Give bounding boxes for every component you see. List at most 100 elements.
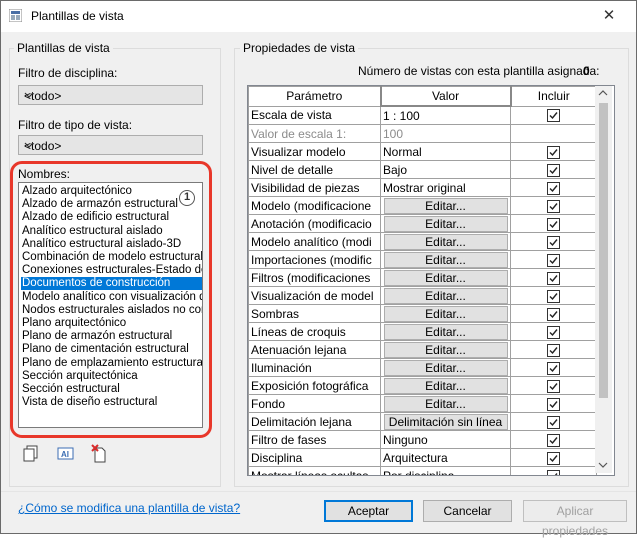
table-row[interactable]: Delimitación lejana Delimitación sin líne… (248, 412, 597, 431)
include-checkbox[interactable] (547, 235, 560, 249)
callout-number-badge: 1 (179, 190, 195, 206)
table-row[interactable]: Sombras Editar... (248, 304, 597, 323)
delete-icon[interactable] (89, 443, 111, 465)
table-row[interactable]: Atenuación lejana Editar... (248, 340, 597, 359)
include-checkbox[interactable] (547, 433, 560, 447)
edit-button[interactable]: Editar... (383, 359, 508, 376)
revit-app-icon (9, 9, 22, 22)
include-checkbox[interactable] (547, 397, 560, 411)
table-row[interactable]: Modelo analítico (modi Editar... (248, 232, 597, 251)
edit-button[interactable]: Editar... (383, 377, 508, 394)
include-checkbox[interactable] (547, 361, 560, 375)
edit-button[interactable]: Delimitación sin línea (383, 413, 508, 430)
help-link[interactable]: ¿Cómo se modifica una plantilla de vista… (18, 501, 240, 515)
edit-button[interactable]: Editar... (383, 395, 508, 412)
include-checkbox[interactable] (547, 469, 560, 475)
parameter-cell: Disciplina (248, 448, 381, 467)
table-row[interactable]: Visualizar modelo Normal (248, 142, 597, 161)
edit-button[interactable]: Editar... (383, 251, 508, 268)
include-checkbox[interactable] (547, 181, 560, 195)
table-row[interactable]: Modelo (modificacione Editar... (248, 196, 597, 215)
include-checkbox[interactable] (547, 325, 560, 339)
include-cell (510, 340, 597, 359)
discipline-filter-select[interactable]: <todo> (18, 85, 203, 105)
table-row[interactable]: Escala de vista 1 : 100 (248, 105, 597, 125)
include-cell (510, 250, 597, 269)
table-row[interactable]: Iluminación Editar... (248, 358, 597, 377)
cancel-button[interactable]: Cancelar (423, 500, 512, 522)
table-row[interactable]: Valor de escala 1: 100 (248, 124, 597, 143)
value-cell: Editar... (380, 394, 511, 413)
include-checkbox[interactable] (547, 163, 560, 177)
table-row[interactable]: Visibilidad de piezas Mostrar original (248, 178, 597, 197)
templates-group-label: Plantillas de vista (14, 41, 113, 55)
table-row[interactable]: Filtro de fases Ninguno (248, 430, 597, 449)
table-row[interactable]: Fondo Editar... (248, 394, 597, 413)
parameter-cell: Valor de escala 1: (248, 124, 381, 143)
table-row[interactable]: Exposición fotográfica Editar... (248, 376, 597, 395)
edit-button[interactable]: Editar... (383, 269, 508, 286)
value-cell: Delimitación sin línea (380, 412, 511, 431)
value-cell: Editar... (380, 358, 511, 377)
value-cell[interactable]: Bajo (380, 160, 511, 179)
value-cell[interactable]: 1 : 100 (380, 105, 511, 125)
accept-button[interactable]: Aceptar (324, 500, 413, 522)
close-icon[interactable]: ✕ (598, 6, 620, 26)
edit-button[interactable]: Editar... (383, 287, 508, 304)
scroll-up-icon[interactable] (598, 88, 608, 100)
edit-button[interactable]: Editar... (383, 305, 508, 322)
include-checkbox[interactable] (547, 451, 560, 465)
table-row[interactable]: Mostrar líneas ocultas Por disciplina (248, 466, 597, 475)
include-checkbox[interactable] (547, 307, 560, 321)
include-checkbox[interactable] (547, 343, 560, 357)
edit-button[interactable]: Editar... (383, 197, 508, 214)
table-row[interactable]: Líneas de croquis Editar... (248, 322, 597, 341)
parameter-cell: Importaciones (modific (248, 250, 381, 269)
include-checkbox[interactable] (547, 253, 560, 267)
rename-icon[interactable]: AI (55, 443, 77, 465)
column-header-value[interactable]: Valor (379, 86, 512, 107)
value-cell[interactable]: Mostrar original (380, 178, 511, 197)
include-cell (510, 322, 597, 341)
scroll-down-icon[interactable] (598, 460, 608, 472)
chevron-down-icon (24, 138, 196, 155)
include-checkbox[interactable] (547, 217, 560, 231)
table-row[interactable]: Nivel de detalle Bajo (248, 160, 597, 179)
include-cell (510, 105, 597, 125)
include-checkbox[interactable] (547, 271, 560, 285)
column-header-include[interactable]: Incluir (510, 86, 597, 107)
discipline-filter-label: Filtro de disciplina: (18, 66, 118, 80)
value-cell[interactable]: Por disciplina (380, 466, 511, 475)
value-cell[interactable]: Arquitectura (380, 448, 511, 467)
apply-properties-button[interactable]: Aplicar propiedades (523, 500, 627, 538)
edit-button[interactable]: Editar... (383, 323, 508, 340)
edit-button[interactable]: Editar... (383, 341, 508, 358)
table-row[interactable]: Filtros (modificaciones Editar... (248, 268, 597, 287)
value-cell[interactable]: Ninguno (380, 430, 511, 449)
include-cell (510, 232, 597, 251)
value-cell[interactable]: Normal (380, 142, 511, 161)
value-cell: Editar... (380, 304, 511, 323)
include-checkbox[interactable] (547, 415, 560, 429)
include-checkbox[interactable] (547, 379, 560, 393)
table-row[interactable]: Importaciones (modific Editar... (248, 250, 597, 269)
viewtype-filter-select[interactable]: <todo> (18, 135, 203, 155)
parameter-cell: Fondo (248, 394, 381, 413)
scrollbar-thumb[interactable] (599, 103, 608, 398)
include-cell (510, 214, 597, 233)
parameter-cell: Mostrar líneas ocultas (248, 466, 381, 475)
table-row[interactable]: Anotación (modificacio Editar... (248, 214, 597, 233)
include-cell (510, 448, 597, 467)
parameter-cell: Iluminación (248, 358, 381, 377)
edit-button[interactable]: Editar... (383, 233, 508, 250)
edit-button[interactable]: Editar... (383, 215, 508, 232)
table-row[interactable]: Visualización de model Editar... (248, 286, 597, 305)
include-checkbox[interactable] (547, 289, 560, 303)
include-checkbox[interactable] (547, 145, 560, 159)
column-header-parameter[interactable]: Parámetro (248, 86, 381, 107)
include-checkbox[interactable] (547, 109, 560, 123)
duplicate-icon[interactable] (21, 443, 43, 465)
include-checkbox[interactable] (547, 199, 560, 213)
value-cell: Editar... (380, 322, 511, 341)
table-row[interactable]: Disciplina Arquitectura (248, 448, 597, 467)
